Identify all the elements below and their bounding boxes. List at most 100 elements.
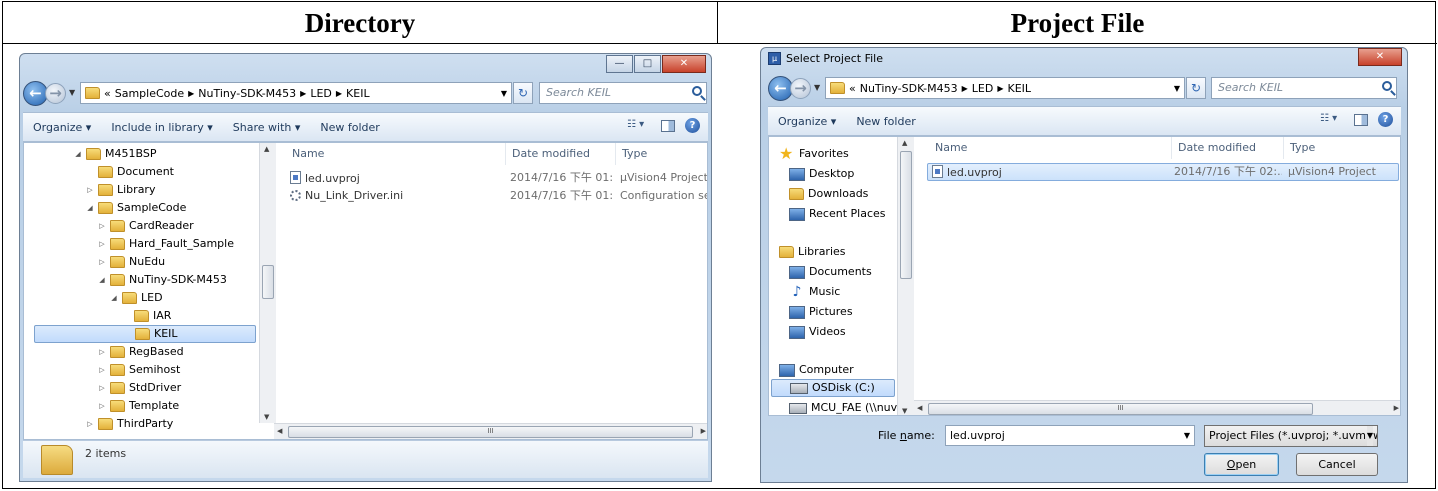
nav-item[interactable]: MCU_FAE (\\nuv ▾ [789,399,906,415]
tree-item[interactable]: ◢ M451BSP [74,145,156,163]
file-hscrollbar[interactable]: ◀ III ▶ [914,400,1400,415]
tree-item[interactable]: ▷ NuEdu [98,253,165,271]
nav-item[interactable]: Videos [789,323,846,341]
forward-button[interactable]: → [790,78,811,99]
tree-item[interactable]: ▷ ThirdParty [86,415,173,433]
breadcrumb-overflow[interactable]: « [849,82,856,95]
address-dropdown-icon[interactable]: ▼ [501,89,507,98]
maximize-button[interactable]: □ [634,55,661,73]
expander-icon[interactable]: ▷ [98,361,106,379]
column-date-modified[interactable]: Date modified [1172,137,1284,159]
history-dropdown-icon[interactable]: ▼ [814,83,820,92]
search-input[interactable]: Search KEIL [539,82,707,104]
expander-icon[interactable]: ▷ [98,235,106,253]
forward-button[interactable]: → [45,83,66,104]
nav-item[interactable]: Desktop [789,165,854,183]
hscroll-thumb[interactable]: III [928,403,1313,415]
file-row[interactable]: led.uvproj 2014/7/16 下午 01:... µVision4 … [286,169,707,187]
expander-icon[interactable]: ◢ [74,145,82,163]
tree-item[interactable]: Document [86,163,174,181]
address-bar[interactable]: « SampleCode ▶ NuTiny-SDK-M453 ▶ LED ▶ KEIL… [80,82,512,104]
column-name[interactable]: Name [929,137,1172,159]
tree-item[interactable]: ▷ StdDriver [98,379,181,397]
preview-pane-icon[interactable] [661,119,675,132]
expander-icon[interactable]: ◢ [98,271,106,289]
nav-item[interactable]: Downloads [789,185,868,203]
minimize-button[interactable]: — [606,55,633,73]
breadcrumb-item-keil[interactable]: KEIL [1007,82,1031,95]
breadcrumb-item-led[interactable]: LED [972,82,994,95]
refresh-button[interactable]: ↻ [513,82,533,104]
tree-item[interactable]: IAR [122,307,171,325]
tree-item[interactable]: ▷ Hard_Fault_Sample [98,235,234,253]
expander-icon[interactable]: ◢ [110,289,118,307]
expander-icon[interactable]: ▷ [98,343,106,361]
breadcrumb-item-samplecode[interactable]: SampleCode [115,87,184,100]
refresh-button[interactable]: ↻ [1186,77,1206,99]
tree-scroll-thumb[interactable] [262,265,274,299]
nav-item[interactable]: ♪ Music [789,283,841,301]
hscroll-thumb[interactable]: III [288,426,693,438]
help-icon[interactable]: ? [685,118,700,133]
tree-item[interactable]: ▷ Semihost [98,361,180,379]
file-hscrollbar[interactable]: ◀ III ▶ [274,423,707,439]
organize-menu[interactable]: Organize ▾ [768,115,846,128]
expander-icon[interactable]: ◢ [86,199,94,217]
tree-item[interactable]: ▷ CardReader [98,217,194,235]
close-button[interactable]: ✕ [662,55,706,73]
new-folder-button[interactable]: New folder [846,115,925,128]
nav-item[interactable]: Documents [789,263,872,281]
nav-item[interactable]: Libraries [779,243,846,261]
tree-item[interactable]: ▷ Template [98,397,179,415]
change-view-icon[interactable]: ☷ ▾ [1320,113,1344,127]
file-type-filter[interactable]: Project Files (*.uvproj; *.uvmpw ▼ [1204,425,1378,447]
column-type[interactable]: Type [1284,137,1400,159]
filter-dropdown-icon[interactable]: ▼ [1366,426,1373,446]
share-with-menu[interactable]: Share with ▾ [223,121,311,134]
breadcrumb-overflow[interactable]: « [104,87,111,100]
column-date-modified[interactable]: Date modified [506,143,616,165]
column-type[interactable]: Type [616,143,707,165]
history-dropdown-icon[interactable]: ▼ [69,88,75,97]
help-icon[interactable]: ? [1378,112,1393,127]
expander-icon[interactable]: ▷ [98,253,106,271]
address-dropdown-icon[interactable]: ▼ [1174,84,1180,93]
preview-pane-icon[interactable] [1354,113,1368,126]
tree-item[interactable]: ▷ RegBased [98,343,184,361]
expander-icon[interactable]: ▷ [98,217,106,235]
nav-item[interactable]: Pictures [789,303,853,321]
expander-icon[interactable]: ▷ [98,397,106,415]
tree-item[interactable]: ▷ Library [86,181,155,199]
breadcrumb-item-nutiny[interactable]: NuTiny-SDK-M453 [860,82,958,95]
breadcrumb-item-led[interactable]: LED [310,87,332,100]
tree-item[interactable]: ◢ SampleCode [86,199,186,217]
expander-icon[interactable]: ▷ [86,415,94,433]
expander-icon[interactable]: ▷ [86,181,94,199]
change-view-icon[interactable]: ☷ ▾ [627,119,651,133]
filename-dropdown-icon[interactable]: ▼ [1184,426,1190,445]
nav-item[interactable]: ★ Favorites [779,145,849,163]
nav-scroll-thumb[interactable] [900,151,912,279]
filename-input[interactable]: led.uvproj ▼ [945,425,1195,446]
file-row[interactable]: Nu_Link_Driver.ini 2014/7/16 下午 01:... C… [286,187,707,205]
tree-item[interactable]: ◢ LED [110,289,163,307]
organize-menu[interactable]: Organize ▾ [23,121,101,134]
address-bar[interactable]: « NuTiny-SDK-M453 ▶ LED ▶ KEIL ▼ [825,77,1185,99]
open-button[interactable]: Open [1204,453,1279,476]
breadcrumb-item-keil[interactable]: KEIL [346,87,370,100]
tree-item[interactable]: ◢ NuTiny-SDK-M453 [98,271,227,289]
nav-scrollbar[interactable]: ▲ ▼ [897,137,914,415]
new-folder-button[interactable]: New folder [310,121,389,134]
search-input[interactable]: Search KEIL [1211,77,1397,99]
expander-icon[interactable]: ▷ [98,379,106,397]
nav-item[interactable]: Computer [779,361,854,379]
include-in-library-menu[interactable]: Include in library ▾ [101,121,222,134]
nav-item[interactable]: OSDisk (C:) [771,379,895,397]
file-row[interactable]: led.uvproj 2014/7/16 下午 02:... µVision4 … [927,163,1399,181]
close-button[interactable]: ✕ [1358,48,1402,66]
nav-item[interactable]: Recent Places [789,205,886,223]
cancel-button[interactable]: Cancel [1296,453,1378,476]
breadcrumb-item-nutiny[interactable]: NuTiny-SDK-M453 [198,87,296,100]
column-name[interactable]: Name [286,143,506,165]
tree-item[interactable]: KEIL [34,325,256,343]
